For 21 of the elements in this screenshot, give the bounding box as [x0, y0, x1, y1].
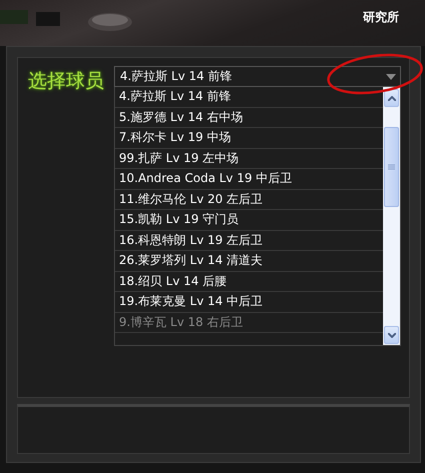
window-title: 研究所	[363, 8, 399, 26]
player-option[interactable]: 19.布莱克曼 Lv 14 中后卫	[115, 292, 383, 312]
player-option[interactable]: 10.Andrea Coda Lv 19 中后卫	[115, 169, 383, 190]
scroll-up-button[interactable]	[384, 89, 399, 107]
chevron-down-icon	[388, 332, 396, 338]
player-dropdown[interactable]: 4.萨拉斯 Lv 14 前锋	[114, 66, 401, 87]
player-option[interactable]: 5.施罗德 Lv 14 右中场	[115, 108, 383, 128]
player-option[interactable]: 4.萨拉斯 Lv 14 前锋	[115, 87, 383, 108]
grip-icon	[388, 164, 395, 170]
player-option[interactable]: 15.凯勒 Lv 19 守门员	[115, 210, 383, 230]
player-option[interactable]: 99.扎萨 Lv 19 左中场	[115, 148, 383, 169]
player-option[interactable]: 16.科恩特朗 Lv 19 左后卫	[115, 230, 383, 251]
scroll-thumb[interactable]	[384, 127, 399, 207]
chevron-up-icon	[388, 96, 396, 100]
player-option[interactable]: 11.维尔马伦 Lv 20 左后卫	[115, 190, 383, 210]
player-option[interactable]: 26.莱罗塔列 Lv 14 清道夫	[115, 251, 383, 272]
scroll-down-button[interactable]	[384, 326, 399, 344]
dropdown-arrow-icon	[386, 74, 396, 80]
player-option[interactable]: 7.科尔卡 Lv 19 中场	[115, 128, 383, 148]
select-player-label: 选择球员	[28, 69, 104, 94]
player-option[interactable]: 18.绍贝 Lv 14 后腰	[115, 272, 383, 292]
